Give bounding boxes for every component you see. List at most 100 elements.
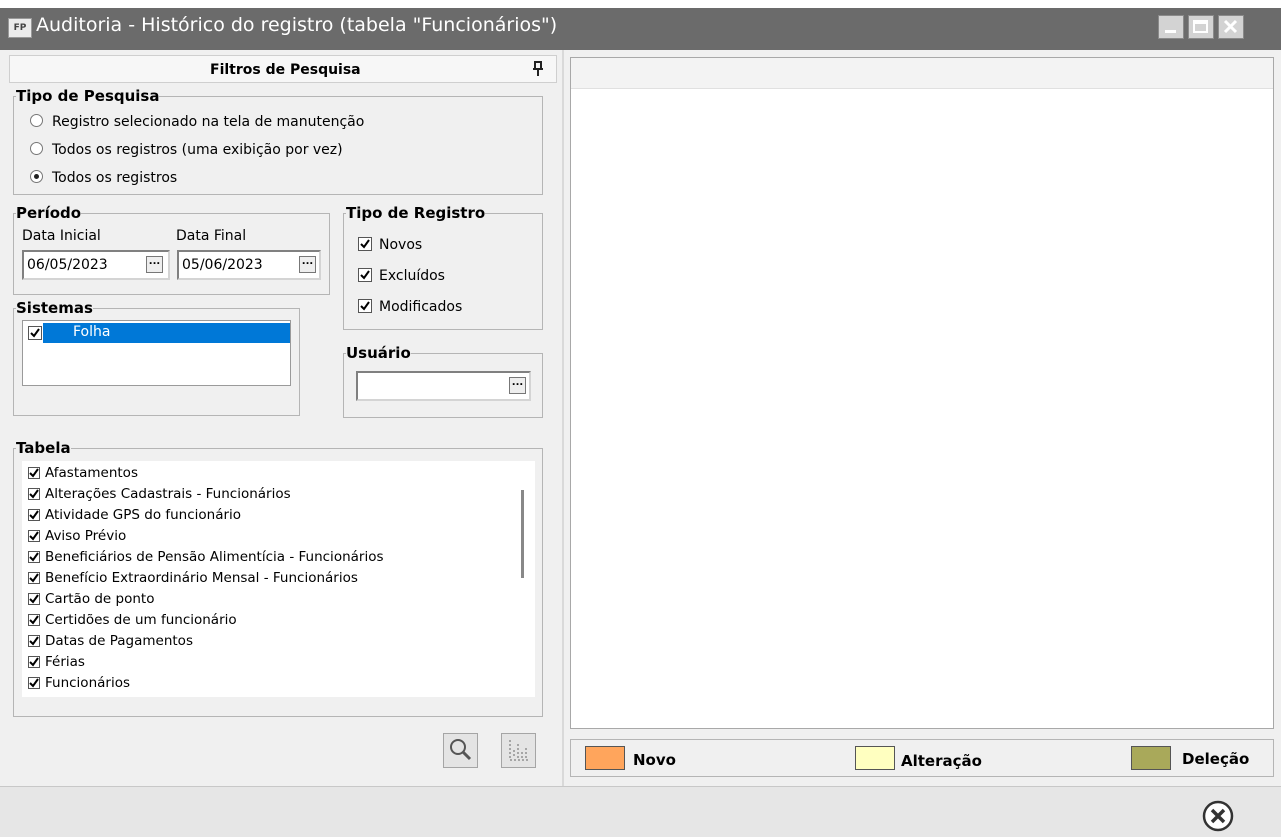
checkbox-novos[interactable]: Novos	[358, 237, 422, 253]
checkbox-label: Novos	[379, 237, 423, 253]
table-item[interactable]: Afastamentos	[28, 465, 138, 481]
app-icon: FP	[8, 18, 32, 38]
table-item[interactable]: Cartão de ponto	[28, 591, 154, 607]
checkbox-checked-icon	[28, 467, 40, 479]
radio-selected-icon	[30, 170, 43, 183]
legend-label-delecao: Deleção	[1182, 750, 1250, 768]
maximize-button[interactable]	[1188, 15, 1214, 39]
magnifier-icon	[450, 739, 472, 761]
checkbox-checked-icon	[358, 237, 372, 251]
pin-icon[interactable]	[530, 60, 546, 78]
checkbox-checked-icon	[358, 268, 372, 282]
table-item[interactable]: Beneficiários de Pensão Alimentícia - Fu…	[28, 549, 384, 565]
table-legend: Tabela	[16, 439, 71, 457]
checkbox-label: Excluídos	[379, 268, 445, 284]
radio-selected-record[interactable]: Registro selecionado na tela de manutenç…	[30, 114, 364, 130]
table-item-label: Datas de Pagamentos	[45, 633, 193, 649]
table-item[interactable]: Alterações Cadastrais - Funcionários	[28, 486, 291, 502]
search-button[interactable]	[443, 733, 478, 768]
user-field[interactable]: ...	[356, 371, 531, 401]
chart-icon	[509, 740, 530, 761]
table-item-label: Cartão de ponto	[45, 591, 155, 607]
history-grid-header	[571, 58, 1273, 89]
table-item[interactable]: Funcionários	[28, 675, 130, 691]
close-icon	[1223, 19, 1238, 34]
systems-legend: Sistemas	[16, 299, 93, 317]
table-item[interactable]: Datas de Pagamentos	[28, 633, 193, 649]
table-item-label: Afastamentos	[45, 465, 138, 481]
table-item[interactable]: Atividade GPS do funcionário	[28, 507, 241, 523]
checkbox-checked-icon	[28, 614, 40, 626]
status-bar	[0, 786, 1281, 837]
legend-label-novo: Novo	[633, 751, 676, 769]
checkbox-checked-icon	[28, 488, 40, 500]
systems-list[interactable]: Folha	[22, 320, 291, 386]
minimize-icon	[1165, 30, 1176, 33]
search-type-legend: Tipo de Pesquisa	[16, 87, 160, 105]
radio-label: Registro selecionado na tela de manutenç…	[52, 114, 365, 130]
checkbox-checked-icon	[28, 530, 40, 542]
splitter[interactable]	[562, 50, 564, 786]
legend-swatch-alteracao	[855, 746, 895, 770]
end-date-value: 05/06/2023	[182, 257, 263, 273]
checkbox-checked-icon	[28, 593, 40, 605]
checkbox-label: Modificados	[379, 299, 463, 315]
history-grid[interactable]	[570, 57, 1274, 729]
end-date-label: Data Final	[176, 228, 247, 244]
checkbox-checked-icon	[28, 572, 40, 584]
table-item[interactable]: Aviso Prévio	[28, 528, 126, 544]
close-window-button[interactable]	[1218, 15, 1244, 39]
table-item-label: Funcionários	[45, 675, 130, 691]
start-date-label: Data Inicial	[22, 228, 101, 244]
radio-label: Todos os registros	[52, 170, 178, 186]
checkbox-excluidos[interactable]: Excluídos	[358, 268, 445, 284]
chart-view-button[interactable]	[501, 733, 536, 768]
filters-header: Filtros de Pesquisa	[9, 55, 557, 83]
maximize-icon	[1193, 20, 1208, 33]
filters-title: Filtros de Pesquisa	[210, 62, 361, 78]
radio-all-records-one-at-a-time[interactable]: Todos os registros (uma exibição por vez…	[30, 142, 343, 158]
table-item-label: Beneficiários de Pensão Alimentícia - Fu…	[45, 549, 384, 565]
legend-swatch-delecao	[1131, 746, 1171, 770]
table-item[interactable]: Férias	[28, 654, 85, 670]
checkbox-checked-icon	[358, 299, 372, 313]
legend-swatch-novo	[585, 746, 625, 770]
user-picker-button[interactable]: ...	[509, 377, 526, 394]
checkbox-modificados[interactable]: Modificados	[358, 299, 462, 315]
table-list-scrollbar[interactable]	[521, 490, 524, 578]
record-type-legend: Tipo de Registro	[346, 204, 486, 222]
table-item-label: Férias	[45, 654, 85, 670]
table-item-label: Alterações Cadastrais - Funcionários	[45, 486, 291, 502]
checkbox-checked-icon	[28, 551, 40, 563]
legend-label-alteracao: Alteração	[901, 752, 982, 770]
radio-label: Todos os registros (uma exibição por vez…	[52, 142, 343, 158]
radio-icon	[30, 114, 43, 127]
table-item-label: Benefício Extraordinário Mensal - Funcio…	[45, 570, 358, 586]
checkbox-checked-icon	[28, 677, 40, 689]
checkbox-checked-icon	[28, 509, 40, 521]
minimize-button[interactable]	[1158, 15, 1184, 39]
close-circle-icon	[1202, 800, 1234, 832]
table-item-label: Aviso Prévio	[45, 528, 127, 544]
start-date-picker-button[interactable]: ...	[146, 256, 163, 273]
table-item-label: Atividade GPS do funcionário	[45, 507, 242, 523]
end-date-picker-button[interactable]: ...	[299, 256, 316, 273]
color-legend: Novo Alteração Deleção	[570, 739, 1274, 777]
start-date-field[interactable]: 06/05/2023 ...	[22, 250, 170, 280]
radio-all-records[interactable]: Todos os registros	[30, 170, 177, 186]
table-item[interactable]: Benefício Extraordinário Mensal - Funcio…	[28, 570, 358, 586]
close-dialog-button[interactable]	[1202, 800, 1234, 832]
table-item[interactable]: Certidões de um funcionário	[28, 612, 237, 628]
table-list[interactable]: Afastamentos Alterações Cadastrais - Fun…	[22, 461, 535, 697]
systems-item-label: Folha	[73, 324, 111, 340]
radio-icon	[30, 142, 43, 155]
checkbox-checked-icon	[28, 656, 40, 668]
table-item-label: Certidões de um funcionário	[45, 612, 237, 628]
end-date-field[interactable]: 05/06/2023 ...	[177, 250, 321, 280]
checkbox-checked-icon	[28, 635, 40, 647]
start-date-value: 06/05/2023	[27, 257, 108, 273]
user-legend: Usuário	[346, 344, 411, 362]
checkbox-checked-icon[interactable]	[28, 326, 42, 340]
systems-item-folha[interactable]: Folha	[43, 323, 290, 343]
period-legend: Período	[16, 204, 82, 222]
